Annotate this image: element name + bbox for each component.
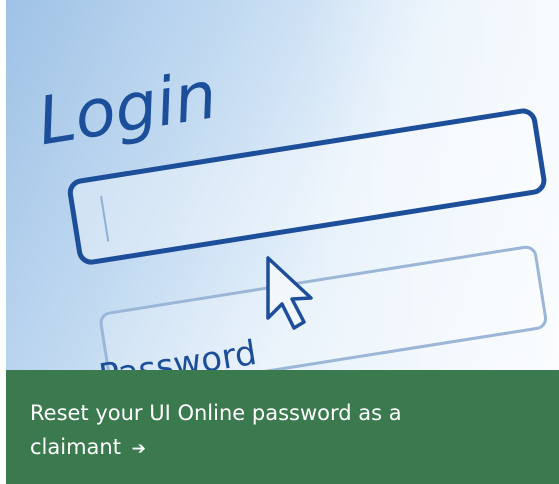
reset-password-link-text: Reset your UI Online password as a claim… (30, 401, 402, 459)
arrow-right-icon: ➔ (131, 439, 146, 459)
login-screen-photo: Login Password (6, 0, 559, 372)
login-screen-illustration: Login Password (33, 0, 559, 372)
reset-password-card[interactable]: Login Password Reset your UI Online pass… (0, 0, 559, 484)
login-heading: Login (33, 56, 222, 160)
reset-password-link[interactable]: Reset your UI Online password as a claim… (30, 396, 499, 466)
reset-password-banner: Reset your UI Online password as a claim… (6, 370, 559, 484)
